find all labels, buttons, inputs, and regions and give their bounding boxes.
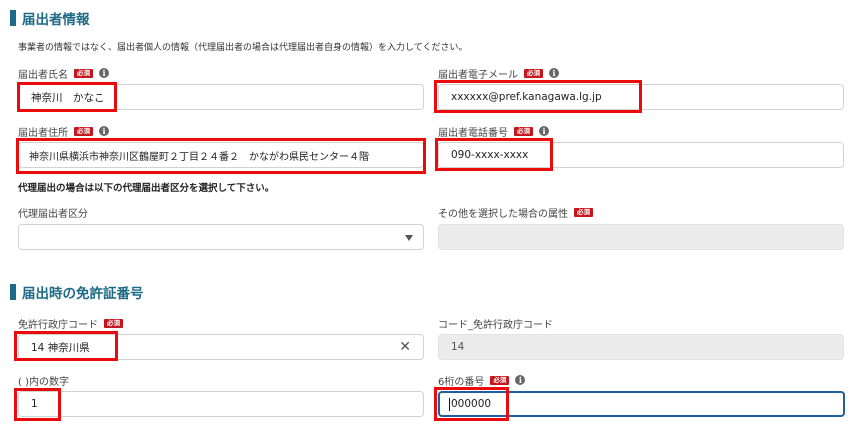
- required-badge: 必須: [74, 68, 93, 78]
- authority-combobox[interactable]: 14 神奈川県 ✕: [18, 334, 424, 360]
- required-badge: 必須: [574, 207, 593, 217]
- phone-value: 090-xxxx-xxxx: [451, 149, 529, 161]
- address-input[interactable]: 神奈川県横浜市神奈川区鶴屋町２丁目２４番２ かながわ県民センター４階: [18, 142, 424, 168]
- label-text: 届出者住所: [18, 127, 68, 139]
- label-text: 免許行政庁コード: [18, 319, 98, 331]
- authority-code-value: 14: [451, 341, 465, 353]
- field-label-phone: 届出者電話番号 必須 i: [438, 124, 549, 139]
- field-label-proxy-category: 代理届出者区分: [18, 205, 88, 220]
- label-text: その他を選択した場合の属性: [438, 208, 568, 220]
- paren-number-input[interactable]: 1: [18, 391, 424, 417]
- required-badge: 必須: [524, 68, 543, 78]
- phone-input[interactable]: 090-xxxx-xxxx: [438, 142, 844, 168]
- field-label-six-digit: 6桁の番号 必須 i: [438, 373, 526, 388]
- proxy-category-select[interactable]: [18, 224, 424, 250]
- section-title-text: 届出時の免許証番号: [22, 286, 144, 302]
- info-icon[interactable]: i: [515, 375, 526, 385]
- six-digit-value: 000000: [451, 398, 492, 410]
- section-title-text: 届出者情報: [22, 12, 90, 28]
- field-label-address: 届出者住所 必須 i: [18, 124, 109, 139]
- section-description: 事業者の情報ではなく、届出者個人の情報（代理届出者の場合は代理届出者自身の情報）…: [18, 43, 468, 53]
- section-marker: [10, 10, 16, 26]
- field-label-authority-code: コード_免許行政庁コード: [438, 316, 553, 331]
- other-attr-input: [438, 224, 844, 250]
- section-title-applicant: 届出者情報: [10, 8, 90, 28]
- info-icon[interactable]: i: [539, 126, 549, 136]
- text-caret: [449, 397, 450, 411]
- authority-value: 14 神奈川県: [31, 341, 90, 354]
- info-icon[interactable]: i: [549, 68, 559, 78]
- proxy-note: 代理届出の場合は以下の代理届出者区分を選択して下さい。: [18, 183, 275, 194]
- label-text: 代理届出者区分: [18, 208, 88, 220]
- section-marker: [10, 284, 16, 300]
- section-title-license: 届出時の免許証番号: [10, 282, 144, 302]
- six-digit-input[interactable]: 000000: [438, 391, 845, 417]
- clear-icon[interactable]: ✕: [399, 339, 411, 355]
- label-text: ( )内の数字: [18, 376, 69, 388]
- required-badge: 必須: [104, 318, 123, 328]
- paren-number-value: 1: [31, 398, 38, 410]
- email-value: xxxxxx@pref.kanagawa.lg.jp: [451, 91, 602, 103]
- label-text: 6桁の番号: [438, 376, 485, 388]
- required-badge: 必須: [74, 126, 93, 136]
- label-text: コード_免許行政庁コード: [438, 319, 553, 331]
- info-icon[interactable]: i: [99, 68, 109, 78]
- name-input[interactable]: 神奈川 かなこ: [18, 84, 424, 110]
- dropdown-arrow-icon[interactable]: [405, 235, 413, 241]
- required-badge: 必須: [490, 375, 510, 385]
- field-label-paren-number: ( )内の数字: [18, 373, 69, 388]
- label-text: 届出者電子メール: [438, 69, 518, 81]
- field-label-email: 届出者電子メール 必須 i: [438, 66, 559, 81]
- field-label-name: 届出者氏名 必須 i: [18, 66, 109, 81]
- field-label-other-attr: その他を選択した場合の属性 必須: [438, 205, 593, 220]
- authority-code-input: 14: [438, 334, 844, 360]
- info-icon[interactable]: i: [99, 126, 109, 136]
- required-badge: 必須: [514, 126, 533, 136]
- label-text: 届出者電話番号: [438, 127, 508, 139]
- email-input[interactable]: xxxxxx@pref.kanagawa.lg.jp: [438, 84, 844, 110]
- field-label-authority: 免許行政庁コード 必須: [18, 316, 123, 331]
- label-text: 届出者氏名: [18, 69, 68, 81]
- name-value: 神奈川 かなこ: [31, 91, 105, 104]
- address-value: 神奈川県横浜市神奈川区鶴屋町２丁目２４番２ かながわ県民センター４階: [29, 151, 369, 163]
